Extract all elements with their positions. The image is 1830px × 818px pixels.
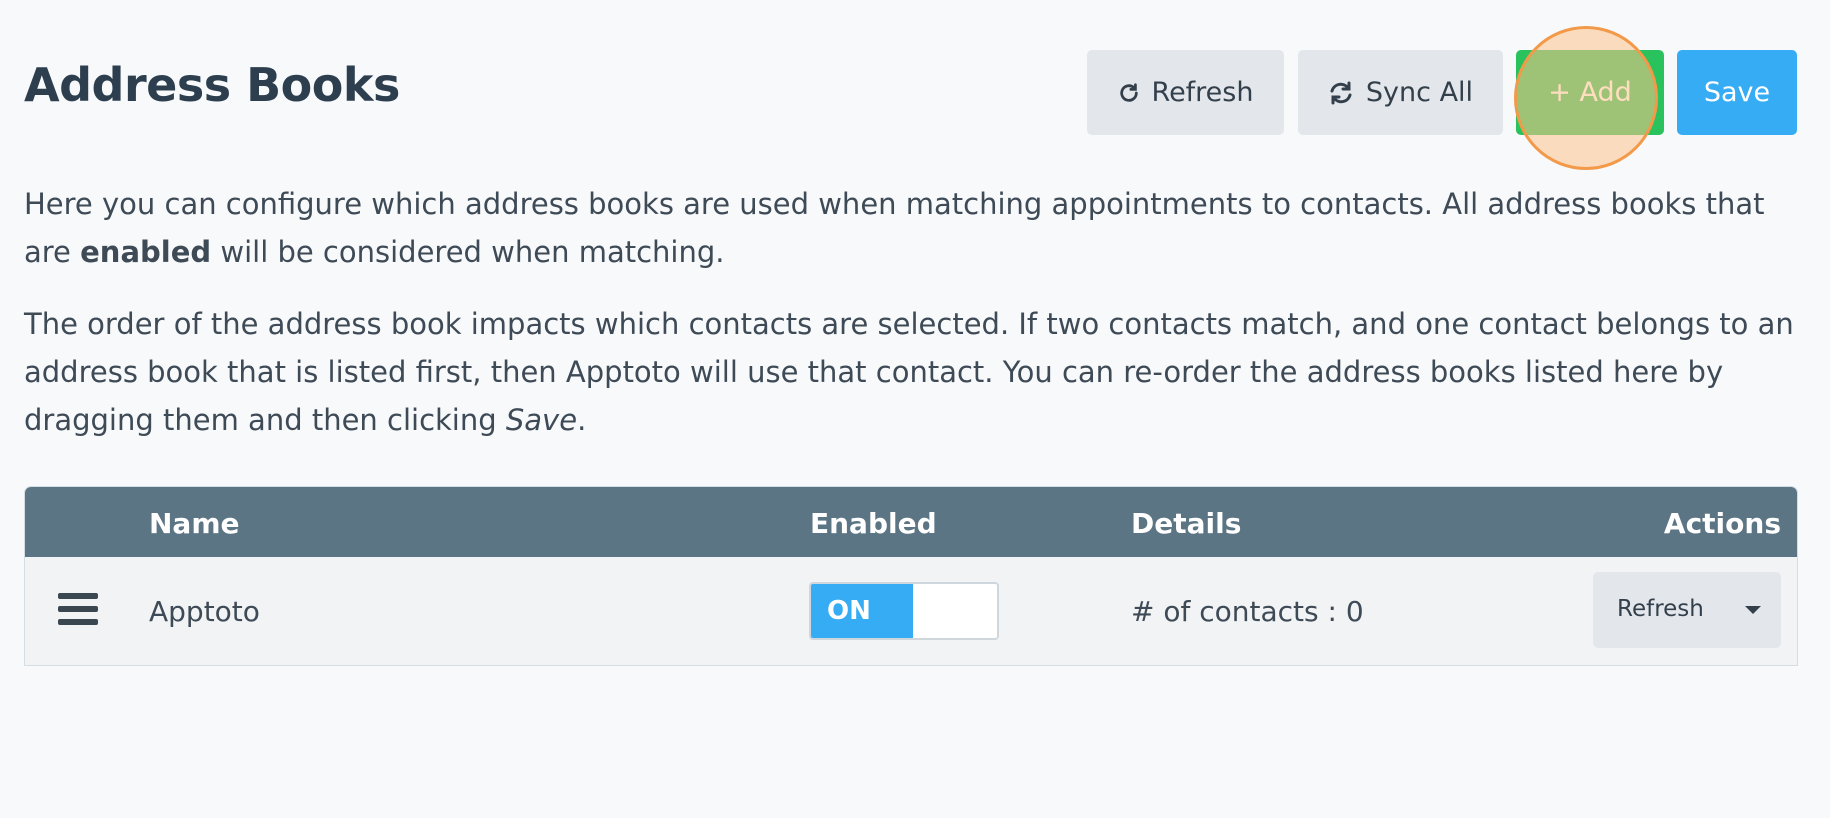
page-header: Address Books Refresh Sync All + Add Sav… <box>0 0 1830 170</box>
chevron-down-icon <box>1745 606 1761 614</box>
sync-all-button-label: Sync All <box>1365 77 1474 108</box>
toggle-knob <box>913 584 997 638</box>
table-header: Name Enabled Details Actions <box>25 487 1797 557</box>
description-text: will be considered when matching. <box>211 235 725 269</box>
description-text: The order of the address book impacts wh… <box>24 307 1794 437</box>
refresh-icon <box>1118 82 1140 104</box>
address-book-name: Apptoto <box>149 595 260 628</box>
save-button[interactable]: Save <box>1677 50 1797 135</box>
refresh-button[interactable]: Refresh <box>1087 50 1284 135</box>
toggle-on-label: ON <box>811 584 913 638</box>
sync-all-button[interactable]: Sync All <box>1298 50 1503 135</box>
description-bold-text: enabled <box>80 235 212 269</box>
drag-handle-icon[interactable] <box>58 593 98 629</box>
contacts-count: # of contacts : 0 <box>1131 595 1364 628</box>
row-refresh-dropdown-button[interactable]: Refresh <box>1593 572 1781 648</box>
page-title: Address Books <box>24 58 400 112</box>
description-italic-text: Save <box>505 403 578 437</box>
table-row: Apptoto ON # of contacts : 0 Refresh <box>25 557 1797 665</box>
add-button[interactable]: + Add <box>1516 50 1664 135</box>
row-refresh-label: Refresh <box>1617 596 1704 622</box>
enabled-toggle[interactable]: ON <box>809 582 999 640</box>
description-paragraph-1: Here you can configure which address boo… <box>24 180 1804 276</box>
column-header-name: Name <box>149 507 240 540</box>
sync-icon <box>1328 81 1354 105</box>
description-paragraph-2: The order of the address book impacts wh… <box>24 300 1804 444</box>
save-button-label: Save <box>1703 77 1771 108</box>
address-books-table: Name Enabled Details Actions Apptoto ON … <box>24 486 1798 666</box>
add-button-label: + Add <box>1548 77 1632 108</box>
column-header-enabled: Enabled <box>810 507 937 540</box>
column-header-actions: Actions <box>1663 507 1781 540</box>
column-header-details: Details <box>1131 507 1242 540</box>
refresh-button-label: Refresh <box>1151 77 1254 108</box>
description-text: . <box>577 403 587 437</box>
